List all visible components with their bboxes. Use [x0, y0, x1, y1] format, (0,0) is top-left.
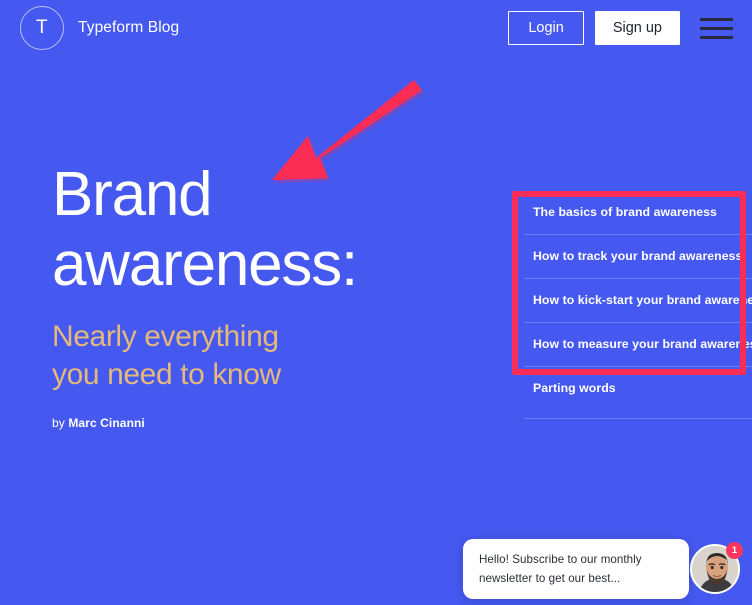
toc-item-label: Parting words	[533, 381, 616, 395]
toc-item-2[interactable]: How to kick-start your brand awareness	[505, 278, 752, 322]
logo-letter: T	[35, 17, 49, 38]
toc-item-0[interactable]: The basics of brand awareness	[505, 190, 752, 234]
chat-unread-badge: 1	[726, 542, 743, 559]
toc-item-label: The basics of brand awareness	[533, 205, 717, 219]
hamburger-bar-3	[700, 35, 733, 39]
typeform-logo-icon: T	[20, 6, 64, 50]
hamburger-bar-1	[700, 17, 733, 21]
hamburger-bar-2	[700, 26, 733, 30]
toc-item-4[interactable]: Parting words	[505, 366, 752, 410]
signup-button[interactable]: Sign up	[594, 10, 680, 46]
toc-item-1[interactable]: How to track your brand awareness	[505, 234, 752, 278]
toc-item-label: How to measure your brand awareness	[533, 337, 752, 351]
hero-section: Brand awareness: Nearly everything you n…	[52, 160, 472, 430]
hamburger-menu-icon[interactable]	[700, 14, 734, 42]
login-button[interactable]: Login	[508, 10, 584, 46]
table-of-contents: The basics of brand awareness How to tra…	[505, 190, 752, 410]
byline-prefix: by	[52, 416, 69, 430]
brand-name-label: Typeform Blog	[78, 19, 180, 36]
header-actions: Login Sign up	[508, 10, 734, 46]
site-header: T Typeform Blog Login Sign up	[0, 0, 752, 56]
chat-launcher[interactable]: 1	[690, 542, 743, 594]
toc-item-label: How to kick-start your brand awareness	[533, 293, 752, 307]
byline: by Marc Cinanni	[52, 416, 472, 430]
toc-bottom-divider	[524, 418, 752, 419]
brand-home-link[interactable]: T Typeform Blog	[20, 6, 179, 50]
chat-message-bubble[interactable]: Hello! Subscribe to our monthly newslett…	[463, 539, 689, 599]
page-subtitle: Nearly everything you need to know	[52, 320, 281, 391]
toc-item-3[interactable]: How to measure your brand awareness	[505, 322, 752, 366]
chat-message-text: Hello! Subscribe to our monthly newslett…	[479, 553, 642, 585]
page-title: Brand awareness:	[52, 160, 358, 299]
toc-item-label: How to track your brand awareness	[533, 249, 743, 263]
byline-author: Marc Cinanni	[68, 416, 145, 430]
